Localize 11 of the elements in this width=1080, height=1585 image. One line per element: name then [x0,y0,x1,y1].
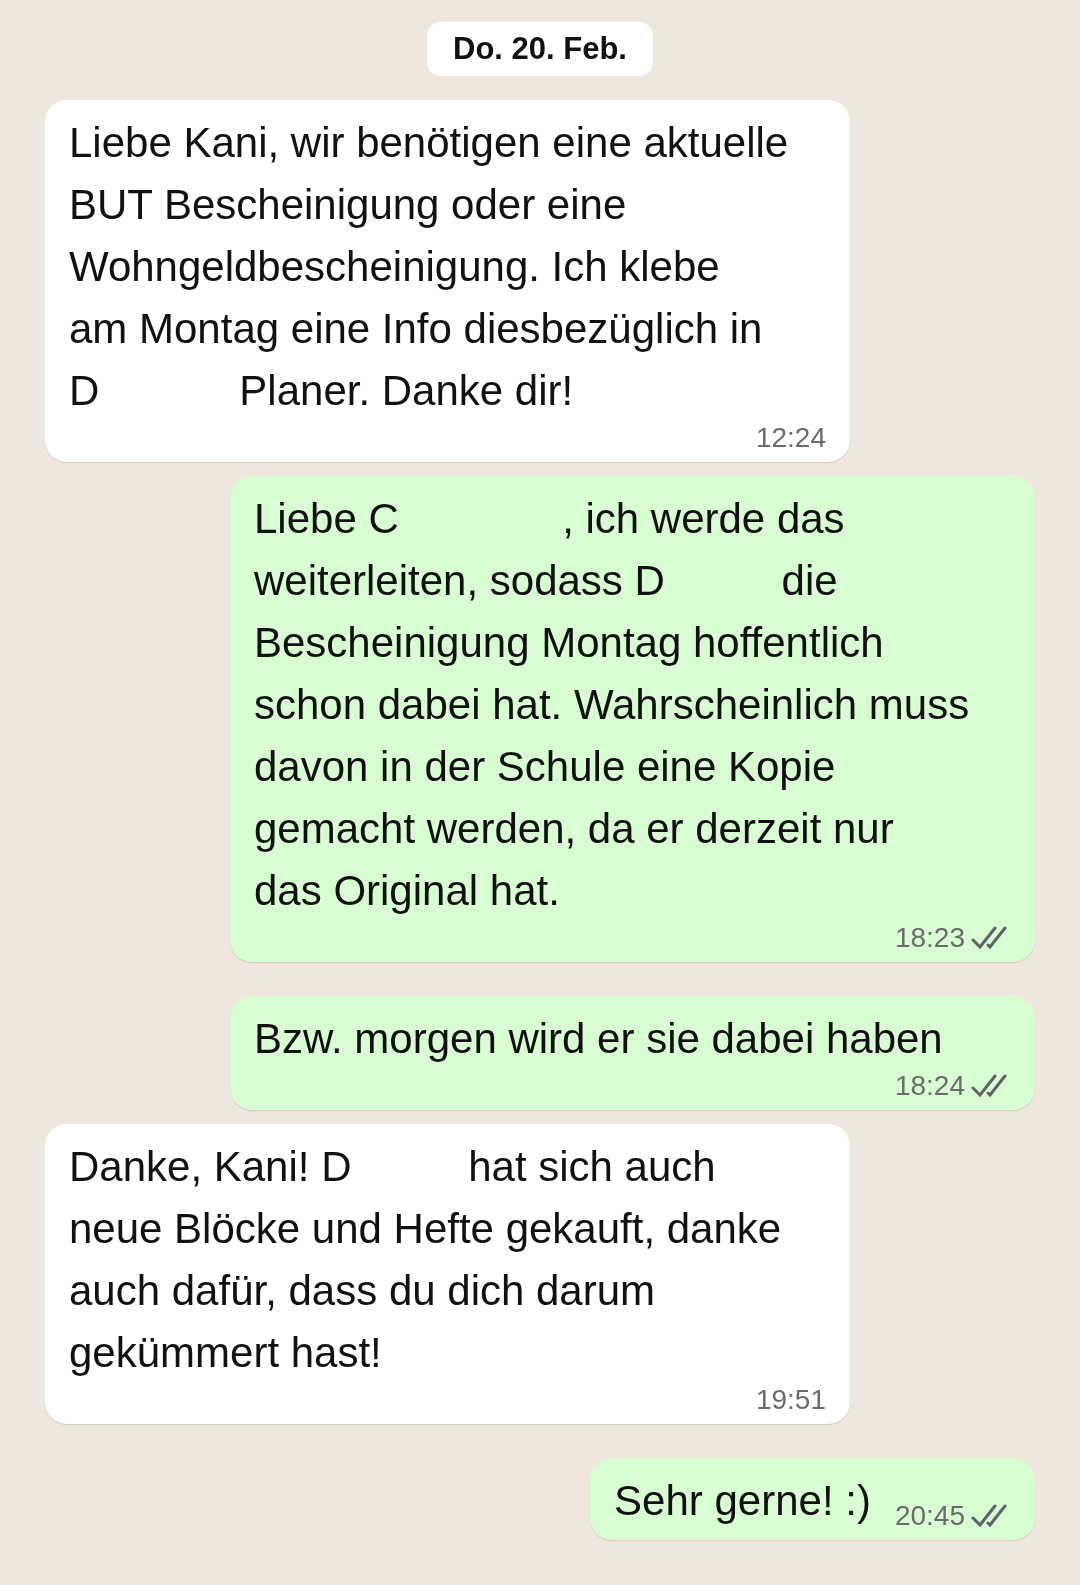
message-text: Liebe C , ich werde das weiterleiten, sodass D die Bescheinigung Montag hoffentlich schon dabei hat. Wahrscheinlich muss davon in der Schule eine Kopie gemacht werden, da er derzeit nur das Original hat. [254,494,971,916]
date-chip: Do. 20. Feb. [427,22,653,76]
message-text: Danke, Kani! D hat sich auch neue Blöcke und Hefte gekauft, danke auch dafür, dass du dich darum gekümmert hast! [69,1142,783,1378]
message-time: 12:24 [755,422,826,454]
message-time: 20:45 [894,1500,965,1532]
message-text: Liebe Kani, wir benötigen eine aktuelle BUT Bescheinigung oder eine Wohngeldbescheinigung. Ich klebe am Montag eine Info diesbezüglich in D Planer. Danke dir! [69,118,790,416]
message-time: 18:24 [894,1070,965,1102]
message-text: Bzw. morgen wird er sie dabei haben [254,1014,944,1064]
message-time: 19:51 [755,1384,826,1416]
message-time: 18:23 [894,922,965,954]
message-text: Sehr gerne! :) [614,1476,871,1526]
